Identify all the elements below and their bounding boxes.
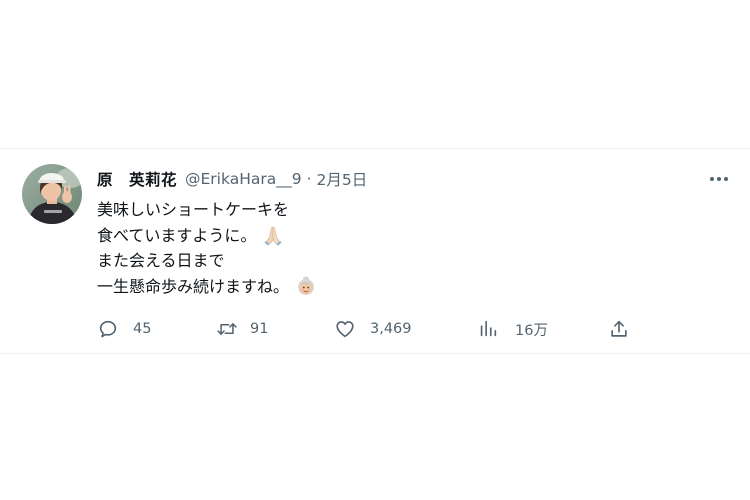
tweet-line-text: 食べていますように。 [97, 225, 257, 245]
more-options-button[interactable] [704, 167, 734, 191]
views-button[interactable]: 16万 [477, 317, 548, 341]
share-icon [608, 318, 630, 340]
more-icon [710, 177, 728, 181]
folded-hands-emoji [262, 224, 284, 246]
tweet-line: 一生懸命歩み続けますね。 [97, 274, 657, 300]
display-name[interactable]: 原 英莉花 [97, 168, 177, 190]
tweet-header: 原 英莉花 @ErikaHara__9 · 2月5日 [97, 167, 367, 191]
like-button[interactable]: 3,469 [334, 317, 412, 341]
analytics-icon [477, 318, 499, 340]
tweet-line-text: 一生懸命歩み続けますね。 [97, 276, 290, 296]
share-button[interactable] [608, 317, 630, 341]
heart-icon [334, 318, 356, 340]
avatar[interactable] [22, 164, 82, 224]
retweet-icon [216, 318, 238, 340]
reply-count: 45 [133, 321, 152, 337]
reply-button[interactable]: 45 [97, 317, 151, 341]
retweet-button[interactable]: 91 [216, 317, 268, 341]
reply-icon [97, 318, 119, 340]
tweet-line: 美味しいショートケーキを [97, 197, 657, 223]
separator-dot: · [306, 170, 312, 188]
tweet-actions: 45 91 3,469 16万 [0, 317, 750, 341]
tweet-line-text: 美味しいショートケーキを [97, 200, 290, 219]
like-count: 3,469 [370, 321, 412, 337]
user-handle[interactable]: @ErikaHara__9 [185, 170, 302, 188]
tweet-line: 食べていますように。 [97, 223, 657, 249]
views-count: 16万 [515, 322, 548, 339]
tweet-date[interactable]: 2月5日 [317, 168, 368, 190]
retweet-count: 91 [250, 321, 269, 337]
tweet-text: 美味しいショートケーキを 食べていますように。 また会える日まで 一生懸命歩み続… [97, 197, 657, 299]
avatar-photo [22, 164, 82, 224]
tweet-line-text: また会える日まで [97, 251, 225, 270]
tweet-card[interactable]: 原 英莉花 @ErikaHara__9 · 2月5日 美味しいショートケーキを … [0, 148, 750, 354]
old-woman-emoji [295, 275, 317, 297]
tweet-line: また会える日まで [97, 248, 657, 274]
